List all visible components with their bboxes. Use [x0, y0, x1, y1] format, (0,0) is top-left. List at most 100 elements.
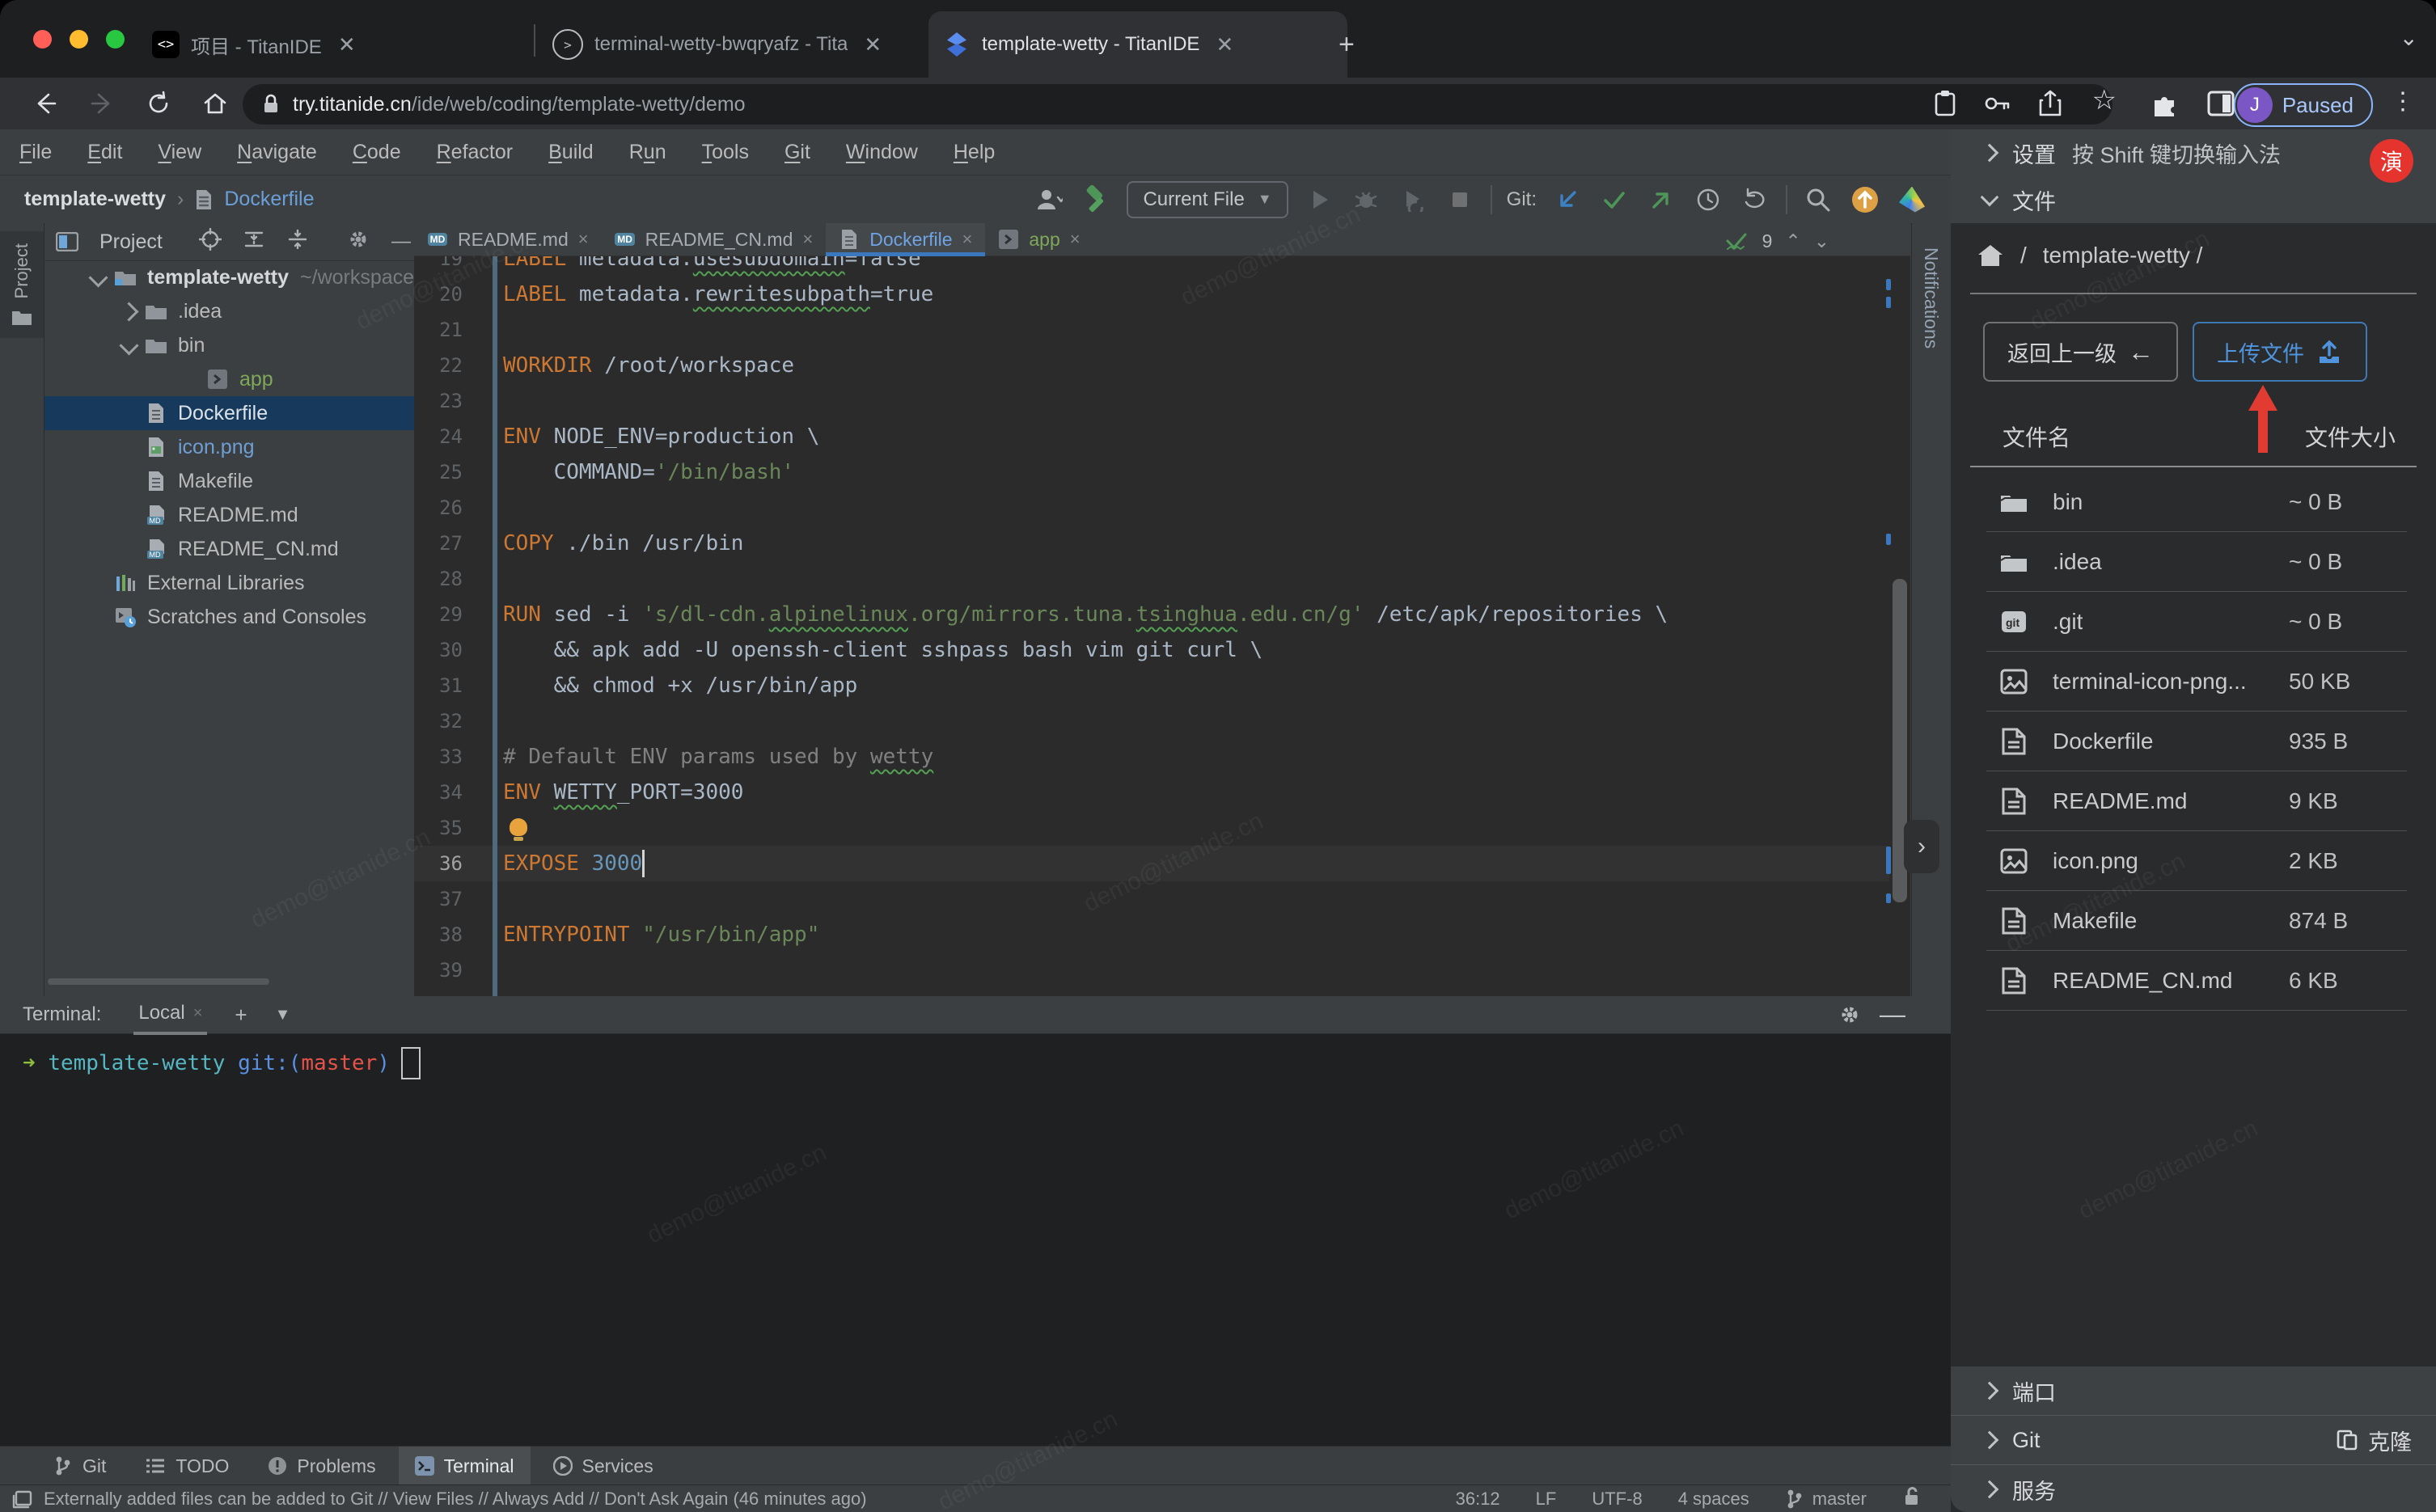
search-everywhere-icon[interactable]: [1802, 184, 1834, 216]
minimize-window-button[interactable]: [70, 30, 88, 49]
intention-bulb-icon[interactable]: [510, 818, 527, 841]
settings-gear-icon[interactable]: [346, 227, 370, 257]
tree-item-External Libraries[interactable]: External Libraries: [44, 566, 414, 600]
tree-item-.idea[interactable]: .idea: [44, 294, 414, 328]
tool-tab-todo[interactable]: TODO: [129, 1447, 245, 1485]
new-terminal-icon[interactable]: +: [235, 1003, 247, 1028]
tree-item-template-wetty[interactable]: template-wetty ~/workspace: [44, 260, 414, 294]
run-configuration-select[interactable]: Current File ▼: [1127, 180, 1288, 218]
event-log-icon[interactable]: [11, 1489, 34, 1512]
side-panel-icon[interactable]: [2206, 89, 2235, 122]
tree-item-bin[interactable]: bin: [44, 328, 414, 362]
run-with-coverage-icon[interactable]: [1397, 184, 1429, 216]
chevron-down-icon[interactable]: [88, 267, 108, 288]
chevron-down-icon[interactable]: [119, 335, 139, 356]
tool-tab-problems[interactable]: Problems: [252, 1447, 391, 1485]
go-up-button[interactable]: 返回上一级 ←: [1983, 322, 2178, 382]
reload-icon[interactable]: [137, 82, 180, 125]
file-row-.git[interactable]: git .git ~ 0 B: [1951, 592, 2436, 652]
breadcrumb-file[interactable]: Dockerfile: [224, 188, 314, 211]
debug-icon[interactable]: [1350, 184, 1382, 216]
back-icon[interactable]: [24, 82, 66, 125]
file-row-README.md[interactable]: README.md 9 KB: [1951, 771, 2436, 831]
menu-item-view[interactable]: View: [158, 141, 201, 164]
file-row-.idea[interactable]: .idea ~ 0 B: [1951, 532, 2436, 592]
home-icon[interactable]: [1977, 243, 2004, 268]
chevron-right-icon[interactable]: [119, 301, 139, 322]
upload-file-button[interactable]: 上传文件: [2193, 322, 2367, 382]
terminal-dropdown-icon[interactable]: ▼: [275, 1006, 291, 1024]
menu-item-refactor[interactable]: Refactor: [437, 141, 514, 164]
close-icon[interactable]: ×: [962, 229, 973, 250]
run-icon[interactable]: [1303, 184, 1335, 216]
close-icon[interactable]: ×: [802, 229, 813, 250]
close-icon[interactable]: ✕: [338, 32, 356, 57]
code-line[interactable]: ENV NODE_ENV=production \: [503, 419, 819, 454]
code-line[interactable]: # Default ENV params used by wetty: [503, 739, 933, 775]
close-icon[interactable]: ×: [1070, 229, 1081, 250]
rollback-icon[interactable]: [1739, 184, 1771, 216]
file-path-breadcrumb[interactable]: / template-wetty /: [1977, 243, 2202, 268]
menu-item-navigate[interactable]: Navigate: [237, 141, 317, 164]
demo-badge[interactable]: 演: [2370, 139, 2413, 183]
code-line[interactable]: COMMAND='/bin/bash': [503, 454, 794, 490]
browser-tab[interactable]: <> 项目 - TitanIDE ✕: [137, 11, 555, 78]
menu-item-window[interactable]: Window: [846, 141, 918, 164]
tree-item-app[interactable]: app: [44, 362, 414, 396]
menu-item-git[interactable]: Git: [785, 141, 810, 164]
home-icon[interactable]: [194, 82, 236, 125]
close-window-button[interactable]: [33, 30, 52, 49]
status-message[interactable]: Externally added files can be added to G…: [44, 1489, 867, 1510]
close-icon[interactable]: ✕: [1216, 32, 1233, 57]
file-row-README_CN.md[interactable]: README_CN.md 6 KB: [1951, 951, 2436, 1011]
maximize-window-button[interactable]: [106, 30, 125, 49]
git-update-icon[interactable]: [1551, 184, 1584, 216]
terminal-settings-icon[interactable]: [1838, 1003, 1862, 1033]
section-服务[interactable]: 服务: [1951, 1465, 2436, 1512]
tab-search-chevron-icon[interactable]: ⌄: [2400, 24, 2418, 51]
address-bar[interactable]: try.titanide.cn/ide/web/coding/template-…: [243, 84, 2112, 125]
column-file-size[interactable]: 文件大小: [2305, 420, 2396, 453]
code-line[interactable]: COPY ./bin /usr/bin: [503, 526, 743, 561]
horizontal-scrollbar[interactable]: [48, 978, 269, 985]
inspections-widget[interactable]: 9 ⌃ ⌄: [1725, 230, 1829, 252]
code-line[interactable]: && apk add -U openssh-client sshpass bas…: [503, 632, 1263, 668]
unlock-icon[interactable]: [1902, 1486, 1922, 1512]
share-icon[interactable]: [2036, 89, 2064, 122]
code-area[interactable]: 19 LABEL metadata.usesubdomain=false 20 LAB…: [414, 223, 1910, 996]
file-row-Makefile[interactable]: Makefile 874 B: [1951, 891, 2436, 951]
git-push-icon[interactable]: [1645, 184, 1677, 216]
code-line[interactable]: LABEL metadata.rewritesubpath=true: [503, 277, 933, 312]
user-account-icon[interactable]: [1033, 184, 1065, 216]
history-clock-icon[interactable]: [1692, 184, 1724, 216]
hide-terminal-icon[interactable]: —: [1880, 999, 1905, 1029]
hide-panel-icon[interactable]: —: [391, 230, 411, 253]
breadcrumb-project[interactable]: template-wetty: [24, 188, 166, 211]
code-line[interactable]: EXPOSE 3000: [503, 846, 642, 881]
ide-feature-gem-icon[interactable]: [1896, 184, 1928, 216]
code-line[interactable]: RUN sed -i 's/dl-cdn.alpinelinux.org/mir…: [503, 597, 1668, 632]
tool-tab-services[interactable]: Services: [537, 1447, 670, 1485]
tree-item-icon.png[interactable]: icon.png: [44, 430, 414, 464]
forward-icon[interactable]: [81, 82, 123, 125]
status-encoding[interactable]: UTF-8: [1592, 1489, 1642, 1510]
tree-item-Scratches and Consoles[interactable]: Scratches and Consoles: [44, 600, 414, 634]
next-problem-icon[interactable]: ⌄: [1814, 230, 1829, 252]
tree-item-Dockerfile[interactable]: Dockerfile: [44, 396, 414, 430]
file-row-Dockerfile[interactable]: Dockerfile 935 B: [1951, 712, 2436, 771]
tool-tab-terminal[interactable]: Terminal: [398, 1447, 531, 1485]
new-tab-button[interactable]: +: [1339, 11, 1355, 78]
status-indent[interactable]: 4 spaces: [1678, 1489, 1749, 1510]
tool-tab-notifications[interactable]: Notifications: [1920, 247, 1942, 348]
close-icon[interactable]: ✕: [864, 32, 882, 57]
stop-icon[interactable]: [1444, 184, 1476, 216]
code-line[interactable]: WORKDIR /root/workspace: [503, 348, 794, 383]
tree-item-README.md[interactable]: MD README.md: [44, 498, 414, 532]
git-commit-icon[interactable]: [1598, 184, 1630, 216]
tool-tab-git[interactable]: Git: [37, 1447, 122, 1485]
menu-item-help[interactable]: Help: [954, 141, 995, 164]
terminal-tab-local[interactable]: Local ×: [133, 995, 208, 1035]
status-branch[interactable]: master: [1785, 1489, 1867, 1510]
browser-tab[interactable]: > terminal-wetty-bwqryafz - Tita ✕: [538, 11, 947, 78]
column-file-name[interactable]: 文件名: [2003, 420, 2070, 453]
